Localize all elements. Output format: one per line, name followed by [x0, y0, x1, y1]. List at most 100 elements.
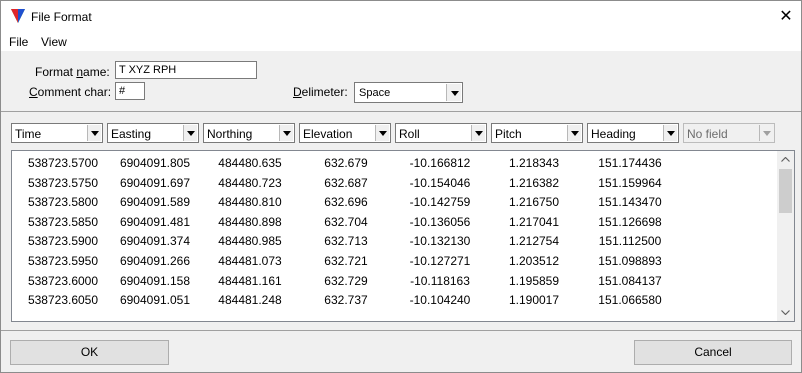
- table-cell: 1.195859: [508, 273, 560, 288]
- table-cell: 484481.161: [218, 273, 282, 288]
- footer-divider: [1, 330, 801, 331]
- vertical-scrollbar[interactable]: [777, 151, 794, 321]
- window-title: File Format: [31, 10, 92, 24]
- table-cell: 151.174436: [598, 156, 662, 170]
- field-select-6[interactable]: Pitch: [491, 123, 583, 143]
- table-cell: 151.126698: [598, 214, 662, 229]
- table-cell: 632.713: [324, 234, 368, 249]
- app-icon: [11, 9, 25, 23]
- table-cell: 538723.5700: [27, 156, 99, 170]
- menu-bar: File View: [1, 32, 801, 51]
- file-format-dialog: File Format ✕ File View Format name: T X…: [0, 0, 802, 373]
- table-cell: 484480.723: [218, 175, 282, 190]
- scroll-down-icon[interactable]: [777, 304, 794, 321]
- field-select-3[interactable]: Northing: [203, 123, 295, 143]
- table-cell: 632.721: [324, 254, 368, 268]
- table-cell: 1.203512: [508, 254, 560, 268]
- chevron-down-icon[interactable]: [567, 125, 581, 141]
- table-cell: 1.216750: [508, 195, 560, 210]
- table-cell: 632.737: [324, 293, 368, 308]
- field-select-5[interactable]: Roll: [395, 123, 487, 143]
- table-cell: 6904091.266: [119, 254, 191, 268]
- menu-file[interactable]: File: [9, 35, 28, 49]
- comment-char-input[interactable]: #: [115, 82, 145, 100]
- comment-char-label: Comment char:: [29, 85, 112, 99]
- table-cell: 151.143470: [598, 195, 662, 210]
- field-select-8: No field: [683, 123, 775, 143]
- table-cell: -10.118163: [410, 273, 470, 288]
- table-cell: 484481.073: [218, 254, 282, 268]
- table-cell: 6904091.697: [119, 175, 191, 190]
- delimiter-select[interactable]: Space: [354, 82, 463, 103]
- cancel-button[interactable]: Cancel: [634, 340, 792, 365]
- table-cell: 484480.985: [218, 234, 282, 249]
- table-cell: 6904091.481: [119, 214, 191, 229]
- table-cell: 151.159964: [598, 175, 662, 190]
- field-selector-bar: Time Easting Northing Elevation Roll Pit…: [1, 113, 801, 149]
- field-select-4[interactable]: Elevation: [299, 123, 391, 143]
- data-preview[interactable]: 538723.5700 6904091.805 484480.635 632.679 -…: [11, 150, 795, 322]
- table-cell: 484481.248: [218, 293, 282, 308]
- table-cell: 151.066580: [598, 293, 662, 308]
- table-row: 538723.6000 6904091.158 484481.161 632.729 -…: [12, 274, 776, 293]
- table-cell: 6904091.805: [119, 156, 191, 170]
- table-row: 538723.5700 6904091.805 484480.635 632.679 -…: [12, 156, 776, 175]
- delimiter-label: Delimeter:: [293, 85, 348, 99]
- menu-view[interactable]: View: [41, 35, 67, 49]
- scroll-up-icon[interactable]: [777, 151, 794, 168]
- table-cell: 632.696: [324, 195, 368, 210]
- table-row: 538723.5950 6904091.266 484481.073 632.721 -…: [12, 254, 776, 273]
- table-row: 538723.5800 6904091.589 484480.810 632.696 -…: [12, 195, 776, 214]
- table-cell: 538723.6050: [27, 293, 99, 308]
- table-cell: 1.216382: [508, 175, 560, 190]
- field-select-2[interactable]: Easting: [107, 123, 199, 143]
- chevron-down-icon[interactable]: [663, 125, 677, 141]
- table-cell: 538723.5750: [27, 175, 99, 190]
- table-cell: 632.679: [324, 156, 368, 170]
- table-cell: 538723.5850: [27, 214, 99, 229]
- table-row: 538723.5850 6904091.481 484480.898 632.704 -…: [12, 215, 776, 234]
- table-cell: 6904091.589: [119, 195, 191, 210]
- table-cell: 6904091.051: [119, 293, 191, 308]
- table-cell: 538723.6000: [27, 273, 99, 288]
- chevron-down-icon[interactable]: [279, 125, 293, 141]
- table-cell: -10.154046: [409, 175, 471, 190]
- field-select-7[interactable]: Heading: [587, 123, 679, 143]
- table-cell: 6904091.374: [119, 234, 191, 249]
- table-cell: 632.729: [324, 273, 368, 288]
- chevron-down-icon[interactable]: [375, 125, 389, 141]
- table-cell: 538723.5900: [27, 234, 99, 249]
- chevron-down-icon: [759, 125, 773, 141]
- chevron-down-icon[interactable]: [446, 84, 461, 101]
- table-cell: 6904091.158: [119, 273, 191, 288]
- chevron-down-icon[interactable]: [87, 125, 101, 141]
- table-cell: 484480.810: [218, 195, 282, 210]
- table-cell: 151.084137: [598, 273, 662, 288]
- table-cell: 1.217041: [508, 214, 560, 229]
- table-cell: 151.098893: [598, 254, 662, 268]
- table-cell: 1.212754: [508, 234, 560, 249]
- table-cell: -10.166812: [409, 156, 471, 170]
- scrollbar-thumb[interactable]: [779, 169, 792, 213]
- table-cell: 632.704: [324, 214, 368, 229]
- table-cell: -10.104240: [409, 293, 471, 308]
- close-icon[interactable]: ✕: [771, 1, 801, 32]
- table-cell: -10.142759: [409, 195, 471, 210]
- format-settings-panel: Format name: T XYZ RPH Comment char: # D…: [1, 51, 801, 112]
- chevron-down-icon[interactable]: [183, 125, 197, 141]
- table-cell: 1.218343: [508, 156, 560, 170]
- table-cell: 484480.898: [218, 214, 282, 229]
- format-name-input[interactable]: T XYZ RPH: [115, 61, 257, 79]
- chevron-down-icon[interactable]: [471, 125, 485, 141]
- title-bar: File Format ✕: [1, 1, 801, 32]
- table-row: 538723.6050 6904091.051 484481.248 632.737 -…: [12, 293, 776, 312]
- table-cell: 632.687: [324, 175, 368, 190]
- table-cell: -10.127271: [409, 254, 471, 268]
- table-cell: 1.190017: [508, 293, 560, 308]
- table-cell: 484480.635: [218, 156, 282, 170]
- table-cell: 538723.5950: [27, 254, 99, 268]
- field-select-1[interactable]: Time: [11, 123, 103, 143]
- table-row: 538723.5750 6904091.697 484480.723 632.687 -…: [12, 176, 776, 195]
- ok-button[interactable]: OK: [10, 340, 169, 365]
- table-cell: -10.136056: [409, 214, 471, 229]
